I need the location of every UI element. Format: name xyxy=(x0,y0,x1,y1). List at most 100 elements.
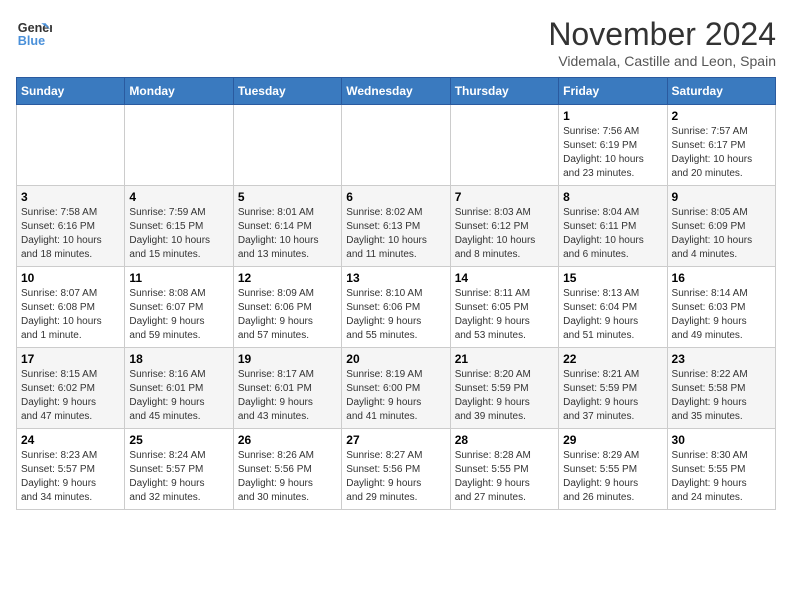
calendar-cell: 10 Sunrise: 8:07 AM Sunset: 6:08 PM Dayli… xyxy=(17,267,125,348)
day-info: Sunrise: 7:57 AM Sunset: 6:17 PM Dayligh… xyxy=(672,125,771,181)
calendar-cell: 3 Sunrise: 7:58 AM Sunset: 6:16 PM Daylig… xyxy=(17,186,125,267)
day-number: 6 xyxy=(346,190,445,204)
day-info: Sunrise: 8:08 AM Sunset: 6:07 PM Dayligh… xyxy=(129,287,228,343)
day-number: 8 xyxy=(563,190,662,204)
day-info: Sunrise: 8:03 AM Sunset: 6:12 PM Dayligh… xyxy=(455,206,554,262)
calendar-cell: 8Sunrise: 8:04 AM Sunset: 6:11 PM Daylig… xyxy=(559,186,667,267)
calendar-cell xyxy=(17,105,125,186)
calendar-cell: 30 Sunrise: 8:30 AM Sunset: 5:55 PM Dayli… xyxy=(667,429,775,510)
day-number: 30 xyxy=(672,433,771,447)
day-number: 22 xyxy=(563,352,662,366)
day-number: 5 xyxy=(238,190,337,204)
day-number: 26 xyxy=(238,433,337,447)
calendar-cell: 28Sunrise: 8:28 AM Sunset: 5:55 PM Dayli… xyxy=(450,429,558,510)
day-number: 23 xyxy=(672,352,771,366)
calendar-cell: 12 Sunrise: 8:09 AM Sunset: 6:06 PM Dayli… xyxy=(233,267,341,348)
day-number: 29 xyxy=(563,433,662,447)
calendar-cell: 17 Sunrise: 8:15 AM Sunset: 6:02 PM Dayli… xyxy=(17,348,125,429)
month-title: November 2024 xyxy=(548,16,776,53)
day-info: Sunrise: 8:22 AM Sunset: 5:58 PM Dayligh… xyxy=(672,368,771,424)
day-number: 16 xyxy=(672,271,771,285)
day-header: Thursday xyxy=(450,78,558,105)
day-info: Sunrise: 8:11 AM Sunset: 6:05 PM Dayligh… xyxy=(455,287,554,343)
day-header: Saturday xyxy=(667,78,775,105)
svg-text:Blue: Blue xyxy=(18,34,45,48)
day-number: 25 xyxy=(129,433,228,447)
calendar-cell: 6 Sunrise: 8:02 AM Sunset: 6:13 PM Daylig… xyxy=(342,186,450,267)
day-number: 21 xyxy=(455,352,554,366)
calendar-week-row: 17 Sunrise: 8:15 AM Sunset: 6:02 PM Dayli… xyxy=(17,348,776,429)
day-number: 27 xyxy=(346,433,445,447)
calendar-cell: 19 Sunrise: 8:17 AM Sunset: 6:01 PM Dayli… xyxy=(233,348,341,429)
calendar-cell: 21 Sunrise: 8:20 AM Sunset: 5:59 PM Dayli… xyxy=(450,348,558,429)
calendar-week-row: 3 Sunrise: 7:58 AM Sunset: 6:16 PM Daylig… xyxy=(17,186,776,267)
day-number: 20 xyxy=(346,352,445,366)
day-info: Sunrise: 8:05 AM Sunset: 6:09 PM Dayligh… xyxy=(672,206,771,262)
day-info: Sunrise: 8:23 AM Sunset: 5:57 PM Dayligh… xyxy=(21,449,120,505)
calendar-cell: 15 Sunrise: 8:13 AM Sunset: 6:04 PM Dayli… xyxy=(559,267,667,348)
day-number: 4 xyxy=(129,190,228,204)
day-info: Sunrise: 8:29 AM Sunset: 5:55 PM Dayligh… xyxy=(563,449,662,505)
day-number: 1 xyxy=(563,109,662,123)
day-info: Sunrise: 8:21 AM Sunset: 5:59 PM Dayligh… xyxy=(563,368,662,424)
day-number: 9 xyxy=(672,190,771,204)
day-number: 14 xyxy=(455,271,554,285)
location-subtitle: Videmala, Castille and Leon, Spain xyxy=(548,53,776,69)
calendar-cell xyxy=(450,105,558,186)
calendar-cell: 9 Sunrise: 8:05 AM Sunset: 6:09 PM Daylig… xyxy=(667,186,775,267)
calendar-cell: 18Sunrise: 8:16 AM Sunset: 6:01 PM Dayli… xyxy=(125,348,233,429)
day-number: 17 xyxy=(21,352,120,366)
day-header: Monday xyxy=(125,78,233,105)
day-info: Sunrise: 8:17 AM Sunset: 6:01 PM Dayligh… xyxy=(238,368,337,424)
calendar-cell: 23 Sunrise: 8:22 AM Sunset: 5:58 PM Dayli… xyxy=(667,348,775,429)
day-info: Sunrise: 8:10 AM Sunset: 6:06 PM Dayligh… xyxy=(346,287,445,343)
day-info: Sunrise: 8:14 AM Sunset: 6:03 PM Dayligh… xyxy=(672,287,771,343)
day-info: Sunrise: 8:26 AM Sunset: 5:56 PM Dayligh… xyxy=(238,449,337,505)
day-info: Sunrise: 8:24 AM Sunset: 5:57 PM Dayligh… xyxy=(129,449,228,505)
day-info: Sunrise: 8:07 AM Sunset: 6:08 PM Dayligh… xyxy=(21,287,120,343)
calendar-cell: 16 Sunrise: 8:14 AM Sunset: 6:03 PM Dayli… xyxy=(667,267,775,348)
title-block: November 2024 Videmala, Castille and Leo… xyxy=(548,16,776,69)
calendar-cell: 27 Sunrise: 8:27 AM Sunset: 5:56 PM Dayli… xyxy=(342,429,450,510)
calendar-cell: 1 Sunrise: 7:56 AM Sunset: 6:19 PM Daylig… xyxy=(559,105,667,186)
day-info: Sunrise: 8:27 AM Sunset: 5:56 PM Dayligh… xyxy=(346,449,445,505)
calendar-cell: 13 Sunrise: 8:10 AM Sunset: 6:06 PM Dayli… xyxy=(342,267,450,348)
day-info: Sunrise: 8:09 AM Sunset: 6:06 PM Dayligh… xyxy=(238,287,337,343)
day-info: Sunrise: 8:13 AM Sunset: 6:04 PM Dayligh… xyxy=(563,287,662,343)
calendar-week-row: 24 Sunrise: 8:23 AM Sunset: 5:57 PM Dayli… xyxy=(17,429,776,510)
calendar-cell xyxy=(342,105,450,186)
day-number: 15 xyxy=(563,271,662,285)
day-info: Sunrise: 8:01 AM Sunset: 6:14 PM Dayligh… xyxy=(238,206,337,262)
day-info: Sunrise: 8:30 AM Sunset: 5:55 PM Dayligh… xyxy=(672,449,771,505)
calendar-cell: 5 Sunrise: 8:01 AM Sunset: 6:14 PM Daylig… xyxy=(233,186,341,267)
day-number: 3 xyxy=(21,190,120,204)
day-info: Sunrise: 8:20 AM Sunset: 5:59 PM Dayligh… xyxy=(455,368,554,424)
day-info: Sunrise: 8:15 AM Sunset: 6:02 PM Dayligh… xyxy=(21,368,120,424)
day-header: Tuesday xyxy=(233,78,341,105)
calendar-cell: 14 Sunrise: 8:11 AM Sunset: 6:05 PM Dayli… xyxy=(450,267,558,348)
calendar-cell: 11 Sunrise: 8:08 AM Sunset: 6:07 PM Dayli… xyxy=(125,267,233,348)
calendar-cell xyxy=(125,105,233,186)
day-number: 10 xyxy=(21,271,120,285)
day-info: Sunrise: 7:58 AM Sunset: 6:16 PM Dayligh… xyxy=(21,206,120,262)
day-number: 11 xyxy=(129,271,228,285)
day-number: 19 xyxy=(238,352,337,366)
day-number: 7 xyxy=(455,190,554,204)
logo-icon: General Blue xyxy=(16,16,52,52)
day-number: 24 xyxy=(21,433,120,447)
calendar-week-row: 10 Sunrise: 8:07 AM Sunset: 6:08 PM Dayli… xyxy=(17,267,776,348)
calendar-cell: 4 Sunrise: 7:59 AM Sunset: 6:15 PM Daylig… xyxy=(125,186,233,267)
calendar-cell: 26 Sunrise: 8:26 AM Sunset: 5:56 PM Dayli… xyxy=(233,429,341,510)
calendar-cell xyxy=(233,105,341,186)
day-info: Sunrise: 7:56 AM Sunset: 6:19 PM Dayligh… xyxy=(563,125,662,181)
day-number: 28 xyxy=(455,433,554,447)
day-number: 13 xyxy=(346,271,445,285)
day-info: Sunrise: 8:02 AM Sunset: 6:13 PM Dayligh… xyxy=(346,206,445,262)
day-info: Sunrise: 7:59 AM Sunset: 6:15 PM Dayligh… xyxy=(129,206,228,262)
day-number: 12 xyxy=(238,271,337,285)
logo: General Blue xyxy=(16,16,52,52)
calendar-table: SundayMondayTuesdayWednesdayThursdayFrid… xyxy=(16,77,776,510)
page-header: General Blue November 2024 Videmala, Cas… xyxy=(16,16,776,69)
calendar-cell: 29 Sunrise: 8:29 AM Sunset: 5:55 PM Dayli… xyxy=(559,429,667,510)
day-header: Friday xyxy=(559,78,667,105)
